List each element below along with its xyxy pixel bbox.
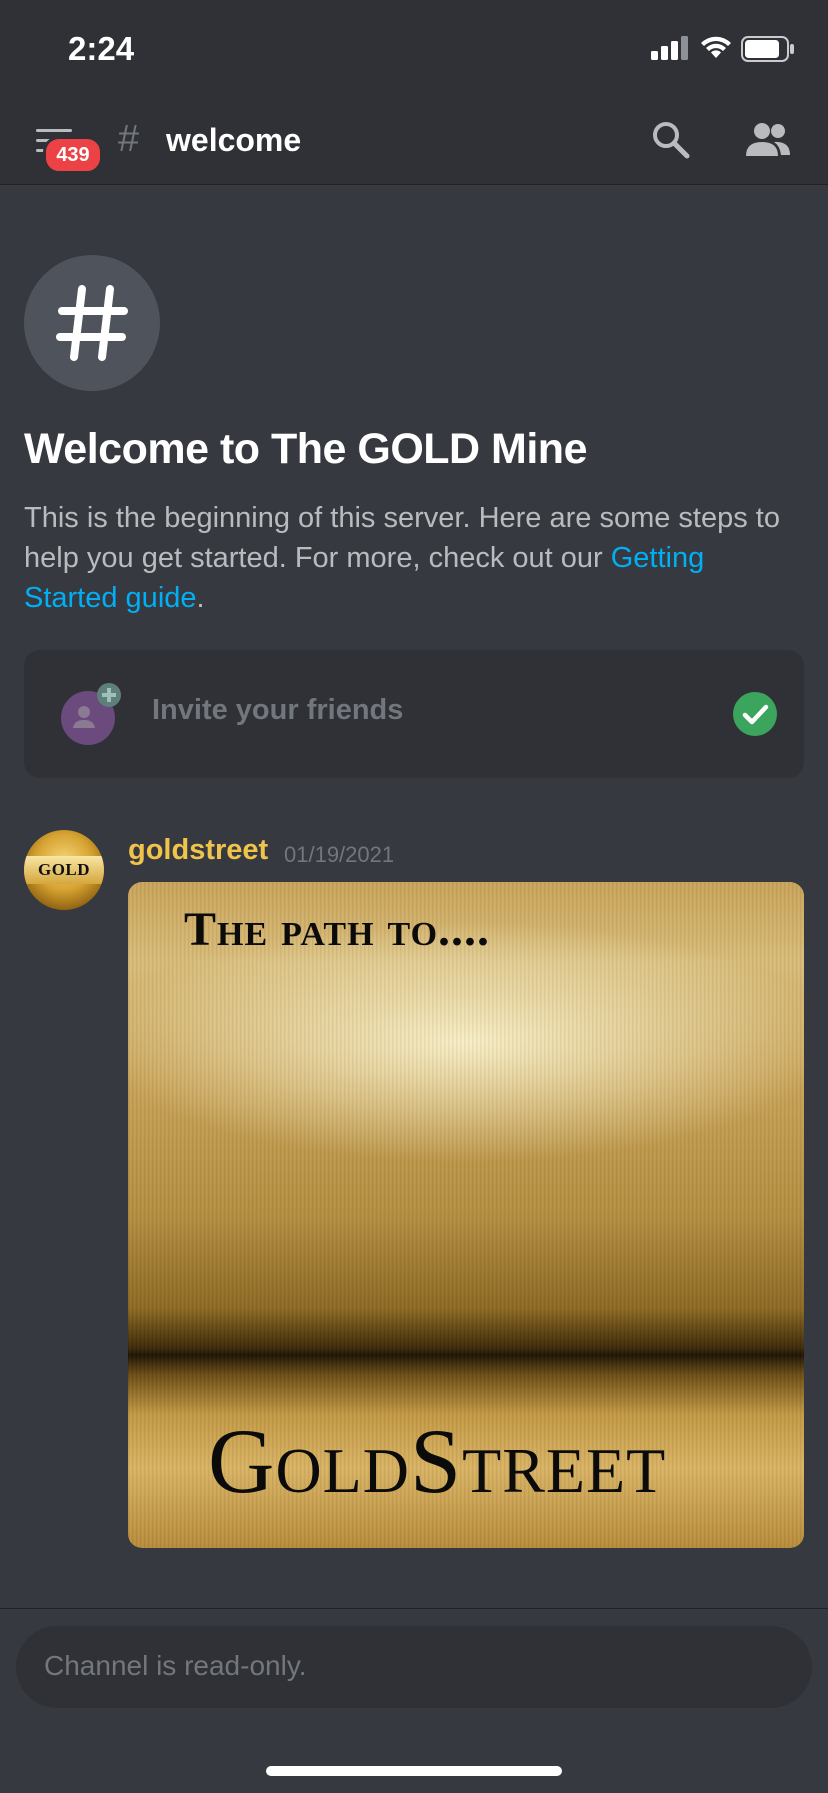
image-attachment[interactable]: The path to.... GoldStreet: [128, 882, 804, 1548]
checkmark-icon: [733, 692, 777, 736]
hash-icon: [56, 285, 128, 361]
welcome-title: Welcome to The GOLD Mine: [24, 425, 587, 473]
avatar-logo-text: GOLD: [24, 856, 104, 884]
home-indicator[interactable]: [266, 1766, 562, 1776]
message-composer[interactable]: Channel is read-only.: [16, 1626, 812, 1708]
battery-icon: [741, 36, 794, 62]
channel-hero-icon: [24, 255, 160, 391]
avatar[interactable]: GOLD: [24, 830, 104, 910]
invite-friends-step[interactable]: Invite your friends: [24, 650, 804, 778]
invite-friends-label: Invite your friends: [152, 694, 404, 726]
invite-friends-icon: [61, 683, 121, 745]
welcome-description: This is the beginning of this server. He…: [24, 498, 794, 618]
message-timestamp: 01/19/2021: [284, 842, 395, 867]
status-bar: 2:24: [0, 0, 828, 100]
channel-hash-icon: #: [118, 118, 140, 160]
attachment-bottom-text: GoldStreet: [208, 1410, 667, 1512]
welcome-description-end: .: [196, 582, 205, 614]
wifi-icon: [701, 36, 731, 58]
status-time: 2:24: [68, 30, 135, 67]
composer-readonly-text: Channel is read-only.: [44, 1650, 307, 1681]
search-icon[interactable]: [651, 120, 691, 160]
attachment-top-text: The path to....: [184, 903, 491, 956]
cellular-signal-icon: [651, 36, 688, 60]
unread-badge[interactable]: 439: [43, 136, 103, 174]
members-icon[interactable]: [744, 122, 792, 158]
message-author[interactable]: goldstreet: [128, 834, 268, 867]
channel-name[interactable]: welcome: [166, 122, 301, 159]
